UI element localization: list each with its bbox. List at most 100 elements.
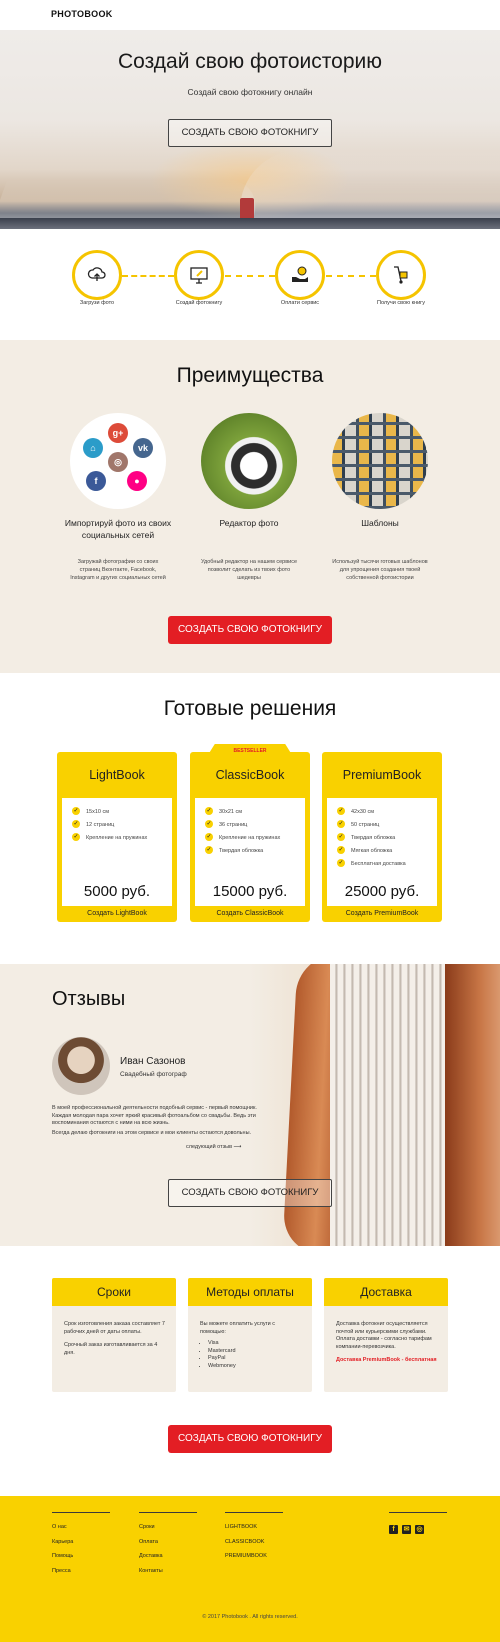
check-icon: ✓ (337, 807, 345, 815)
step-receive (376, 250, 426, 300)
flickr-icon: ● (127, 471, 147, 491)
mail-icon[interactable]: ✉ (402, 1525, 411, 1534)
footer-link-contacts[interactable]: Контакты (139, 1568, 163, 1574)
book-cover (0, 218, 500, 229)
steps-section: Загрузи фото Создай фотокнигу Оплати сер… (0, 229, 500, 340)
check-icon: ✓ (72, 833, 80, 841)
facebook-icon[interactable]: f (389, 1525, 398, 1534)
footer-link-help[interactable]: Помощь (52, 1553, 73, 1559)
plan-feature: ✓ 50 страниц (337, 820, 380, 828)
kitten-photo (201, 413, 297, 509)
create-lightbook-button[interactable]: Создать LightBook (57, 906, 177, 922)
pricing-title: Готовые решения (163, 697, 337, 720)
instagram-icon[interactable]: ◎ (415, 1525, 424, 1534)
advantage-title-import: Импортируй фото из своих социальных сете… (64, 518, 172, 540)
facebook-icon: f (86, 471, 106, 491)
reviews-title: Отзывы (52, 988, 126, 1010)
advantage-title-templates: Шаблоны (361, 518, 399, 528)
plan-feature: ✓ Твердая обложка (337, 833, 396, 841)
info-card-terms: Сроки Срок изготовления заказа составляе… (52, 1278, 176, 1392)
check-icon: ✓ (337, 833, 345, 841)
review-text: В моей профессиональной деятельности под… (52, 1105, 257, 1126)
home-icon: ⌂ (83, 438, 103, 458)
footer: О нас Карьера Помощь Пресса Сроки Оплата… (0, 1496, 500, 1642)
vk-icon: vk (133, 438, 153, 458)
footer-link-payment[interactable]: Оплата (139, 1539, 158, 1545)
check-icon: ✓ (205, 807, 213, 815)
check-icon: ✓ (205, 846, 213, 854)
plan-card-premiumbook: PremiumBook ✓ 42x30 см ✓ 50 страниц ✓ Тверд… (322, 752, 442, 922)
footer-link-about[interactable]: О нас (52, 1524, 67, 1530)
plan-feature: ✓ 15x10 см (72, 807, 110, 815)
footer-link-career[interactable]: Карьера (52, 1539, 73, 1545)
footer-link-terms[interactable]: Сроки (139, 1524, 155, 1530)
reviews-cta-button[interactable]: СОЗДАТЬ СВОЮ ФОТОКНИГУ (168, 1179, 332, 1207)
plan-feature: ✓ 42x30 см (337, 807, 375, 815)
footer-link-premiumbook[interactable]: PREMIUMBOOK (225, 1553, 267, 1559)
monitor-edit-icon (190, 267, 208, 284)
check-icon: ✓ (205, 833, 213, 841)
info-card-title: Сроки (52, 1278, 176, 1306)
hand-truck-icon (394, 266, 408, 284)
advantage-text-templates: Используй тысячи готовых шаблонов для уп… (332, 559, 428, 581)
check-icon: ✓ (337, 859, 345, 867)
templates-collage (332, 413, 428, 509)
advantage-text-editor: Удобный редактор на нашем сервисе позвол… (200, 559, 298, 581)
top-bar: PHOTOBOOK (0, 0, 500, 30)
advantage-text-import: Загружай фотографии со своих страниц Вко… (70, 559, 166, 581)
plan-feature: ✓ Крепление на пружинах (205, 833, 281, 841)
step-upload (72, 250, 122, 300)
plan-feature: ✓ Твердая обложка (205, 846, 264, 854)
cloud-upload-icon (87, 267, 106, 281)
step-label-upload: Загрузи фото (79, 300, 115, 306)
google-plus-icon: g+ (108, 423, 128, 443)
copyright: © 2017 Photobook . All rights reserved. (202, 1614, 298, 1620)
step-label-create: Создай фотокнигу (175, 300, 223, 306)
plan-feature: ✓ Крепление на пружинах (72, 833, 148, 841)
check-icon: ✓ (72, 820, 80, 828)
reviewer-name: Иван Сазонов (120, 1056, 186, 1067)
plan-price: 25000 руб. (344, 883, 420, 900)
check-icon: ✓ (205, 820, 213, 828)
plan-card-lightbook: LightBook ✓ 15x10 см ✓ 12 страниц ✓ Креплен… (57, 752, 177, 922)
reviewer-avatar (52, 1037, 110, 1095)
review-text-2: Всегда делаю фотокниги на этом сервисе и… (52, 1130, 252, 1136)
pricing-section: Готовые решения BESTSELLER LightBook ✓ 15… (0, 673, 500, 964)
info-card-title: Методы оплаты (188, 1278, 312, 1306)
plan-card-classicbook: ClassicBook ✓ 30x21 см ✓ 36 страниц ✓ Крепл… (190, 752, 310, 922)
plan-feature: ✓ Бесплатная доставка (337, 859, 406, 867)
step-create (174, 250, 224, 300)
footer-link-lightbook[interactable]: LIGHTBOOK (225, 1524, 257, 1530)
plan-feature: ✓ Мягкая обложка (337, 846, 393, 854)
plan-price: 5000 руб. (83, 883, 151, 900)
next-review-link[interactable]: следующий отзыв ⟶ (186, 1144, 241, 1150)
info-card-payment: Методы оплаты Вы можете оплатить услуги … (188, 1278, 312, 1392)
reviewer-role: Свадебный фотограф (120, 1071, 187, 1078)
instagram-icon: ◎ (108, 452, 128, 472)
info-card-delivery: Доставка Доставка фотокниг осуществляетс… (324, 1278, 448, 1392)
reviews-section: Отзывы Иван Сазонов Свадебный фотограф В… (0, 964, 500, 1246)
footer-link-delivery[interactable]: Доставка (139, 1553, 163, 1559)
plan-feature: ✓ 36 страниц (205, 820, 248, 828)
advantages-cta-button[interactable]: СОЗДАТЬ СВОЮ ФОТОКНИГУ (168, 616, 332, 644)
info-cta-button[interactable]: СОЗДАТЬ СВОЮ ФОТОКНИГУ (168, 1425, 332, 1453)
footer-link-press[interactable]: Пресса (52, 1568, 71, 1574)
check-icon: ✓ (72, 807, 80, 815)
step-pay (275, 250, 325, 300)
check-icon: ✓ (337, 820, 345, 828)
plan-price: 15000 руб. (212, 883, 288, 900)
advantages-section: Преимущества g+ ⌂ vk ◎ f ● Импортируй фо… (0, 340, 500, 673)
plan-name: LightBook (89, 768, 145, 782)
hero-section: Создай свою фотоисторию Создай свою фото… (0, 30, 500, 229)
plan-name: PremiumBook (342, 768, 422, 782)
hero-subtitle: Создай свою фотокнигу онлайн (187, 87, 313, 97)
logo[interactable]: PHOTOBOOK (51, 9, 113, 19)
info-card-title: Доставка (324, 1278, 448, 1306)
create-premiumbook-button[interactable]: Создать PremiumBook (322, 906, 442, 922)
social-networks-circle: g+ ⌂ vk ◎ f ● (70, 413, 166, 509)
plan-name: ClassicBook (215, 768, 285, 782)
hero-cta-button[interactable]: СОЗДАТЬ СВОЮ ФОТОКНИГУ (168, 119, 332, 147)
hero-title: Создай свою фотоисторию (118, 50, 382, 73)
create-classicbook-button[interactable]: Создать ClassicBook (190, 906, 310, 922)
footer-link-classicbook[interactable]: CLASSICBOOK (225, 1539, 264, 1545)
